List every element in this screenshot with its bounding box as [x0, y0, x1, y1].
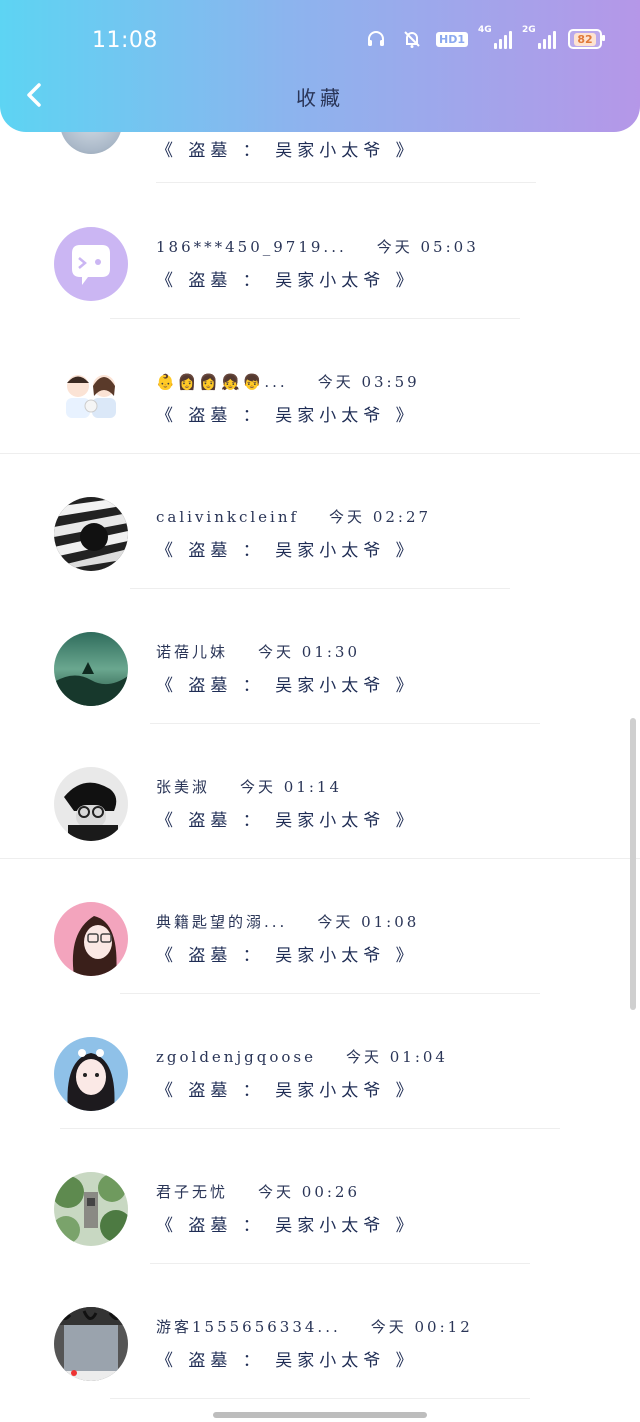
home-indicator[interactable] — [213, 1412, 427, 1418]
item-meta: 张美淑 今天 01:14 — [156, 776, 342, 797]
avatar[interactable] — [54, 227, 128, 301]
avatar[interactable] — [54, 497, 128, 571]
item-meta: 👶👩👩👧👦... 今天 03:59 — [156, 371, 420, 392]
username: 186***450_9719... — [156, 238, 347, 256]
item-meta: 君子无忧 今天 00:26 — [156, 1181, 360, 1202]
work-title: 《 盗墓 ： 吴家小太爷 》 — [156, 1216, 418, 1236]
item-meta: calivinkcleinf 今天 02:27 — [156, 506, 431, 527]
work-title: 《 盗墓 ： 吴家小太爷 》 — [156, 406, 418, 426]
battery-level: 82 — [574, 32, 596, 46]
timestamp: 今天 01:14 — [240, 778, 343, 796]
username: 游客1555656334... — [156, 1318, 341, 1336]
scrollbar[interactable] — [630, 718, 636, 1010]
net2-label: 2G — [522, 25, 536, 35]
favorite-item[interactable]: 君子无忧 今天 00:26 《 盗墓 ： 吴家小太爷 》 — [0, 1129, 640, 1264]
avatar[interactable] — [54, 1172, 128, 1246]
hd-badge: HD1 — [436, 31, 468, 47]
page-title: 收藏 — [296, 86, 344, 110]
username: 典籍匙望的溺... — [156, 913, 288, 931]
avatar[interactable] — [54, 1037, 128, 1111]
divider — [110, 1398, 530, 1399]
headset-icon — [364, 28, 388, 50]
username: 诺蓓儿妹 — [156, 643, 229, 661]
avatar[interactable] — [54, 632, 128, 706]
partial-avatar — [60, 132, 122, 154]
username: calivinkcleinf — [156, 508, 300, 526]
timestamp: 今天 00:12 — [370, 1318, 473, 1336]
item-meta: 典籍匙望的溺... 今天 01:08 — [156, 911, 419, 932]
signal-4g-icon: 4G — [478, 25, 512, 49]
favorite-item[interactable]: calivinkcleinf 今天 02:27 《 盗墓 ： 吴家小太爷 》 — [0, 454, 640, 589]
status-icons: HD1 4G 2G 82 — [364, 25, 605, 50]
username: 👶👩👩👧👦... — [156, 373, 288, 391]
favorite-item[interactable]: zgoldenjgqoose 今天 01:04 《 盗墓 ： 吴家小太爷 》 — [0, 994, 640, 1129]
username: 君子无忧 — [156, 1183, 229, 1201]
muted-bell-icon — [400, 28, 424, 50]
timestamp: 今天 01:08 — [317, 913, 420, 931]
username: 张美淑 — [156, 778, 211, 796]
timestamp: 今天 03:59 — [317, 373, 420, 391]
battery-icon: 82 — [568, 29, 605, 49]
timestamp: 今天 05:03 — [376, 238, 479, 256]
work-title: 《 盗墓 ： 吴家小太爷 》 — [156, 541, 418, 561]
favorite-item[interactable]: 👶👩👩👧👦... 今天 03:59 《 盗墓 ： 吴家小太爷 》 — [0, 319, 640, 454]
work-title: 《 盗墓 ： 吴家小太爷 》 — [156, 676, 418, 696]
favorite-item[interactable]: 张美淑 今天 01:14 《 盗墓 ： 吴家小太爷 》 — [0, 724, 640, 859]
work-title: 《 盗墓 ： 吴家小太爷 》 — [156, 1081, 418, 1101]
avatar[interactable] — [54, 1307, 128, 1381]
favorite-item[interactable]: 典籍匙望的溺... 今天 01:08 《 盗墓 ： 吴家小太爷 》 — [0, 859, 640, 994]
username: zgoldenjgqoose — [156, 1048, 316, 1066]
app-header: 11:08 HD1 4G 2G 82 收藏 — [0, 0, 640, 132]
item-meta: 186***450_9719... 今天 05:03 — [156, 236, 479, 257]
avatar[interactable] — [54, 362, 128, 436]
net1-label: 4G — [478, 25, 492, 35]
item-meta: 诺蓓儿妹 今天 01:30 — [156, 641, 360, 662]
avatar[interactable] — [54, 902, 128, 976]
work-title: 《 盗墓 ： 吴家小太爷 》 — [156, 1351, 418, 1371]
favorite-item[interactable]: 186***450_9719... 今天 05:03 《 盗墓 ： 吴家小太爷 》 — [0, 184, 640, 319]
divider — [156, 182, 536, 183]
status-time: 11:08 — [92, 28, 158, 53]
timestamp: 今天 02:27 — [329, 508, 432, 526]
timestamp: 今天 00:26 — [258, 1183, 361, 1201]
work-title: 《 盗墓 ： 吴家小太爷 》 — [156, 946, 418, 966]
partial-work-title: 《 盗墓 ： 吴家小太爷 》 — [156, 141, 418, 161]
work-title: 《 盗墓 ： 吴家小太爷 》 — [156, 811, 418, 831]
signal-2g-icon: 2G — [522, 25, 556, 49]
partial-list-item[interactable]: 《 盗墓 ： 吴家小太爷 》 — [0, 132, 640, 184]
favorite-item[interactable]: 诺蓓儿妹 今天 01:30 《 盗墓 ： 吴家小太爷 》 — [0, 589, 640, 724]
item-meta: zgoldenjgqoose 今天 01:04 — [156, 1046, 448, 1067]
item-meta: 游客1555656334... 今天 00:12 — [156, 1316, 473, 1337]
work-title: 《 盗墓 ： 吴家小太爷 》 — [156, 271, 418, 291]
timestamp: 今天 01:04 — [345, 1048, 448, 1066]
timestamp: 今天 01:30 — [258, 643, 361, 661]
favorite-item[interactable]: 游客1555656334... 今天 00:12 《 盗墓 ： 吴家小太爷 》 — [0, 1264, 640, 1399]
avatar[interactable] — [54, 767, 128, 841]
